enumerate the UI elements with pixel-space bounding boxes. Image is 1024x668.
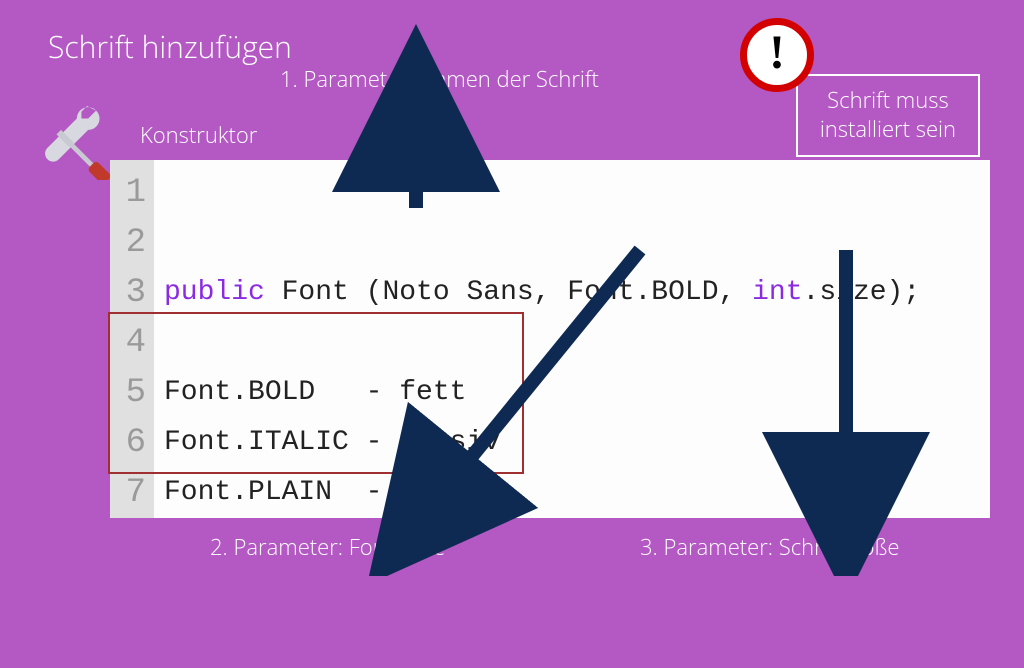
warning-line2: installiert sein	[820, 115, 956, 144]
code-line-4: Font.BOLD - fett	[164, 368, 990, 418]
code-lines: public Font (Noto Sans, Font.BOLD, int.s…	[154, 160, 990, 518]
kw-public: public	[164, 277, 265, 308]
line-gutter: 1 2 3 4 5 6 7	[110, 160, 154, 518]
code-seg: .size);	[803, 277, 921, 308]
line-num: 2	[110, 218, 146, 268]
code-line-2: public Font (Noto Sans, Font.BOLD, int.s…	[164, 268, 990, 318]
line-num: 5	[110, 368, 146, 418]
param1-label: 1. Parameter: Namen der Schrift	[280, 64, 599, 94]
warning-icon: !	[740, 18, 814, 92]
warning-callout: Schrift muss installiert sein	[796, 74, 980, 157]
line-num: 4	[110, 318, 146, 368]
warning-line1: Schrift muss	[820, 86, 956, 115]
page-title: Schrift hinzufügen	[48, 26, 292, 67]
line-num: 6	[110, 418, 146, 468]
exclaim-glyph: !	[769, 29, 785, 77]
code-line-1	[164, 218, 990, 268]
code-line-6: Font.PLAIN - normal	[164, 468, 990, 518]
code-line-5: Font.ITALIC - kursiv	[164, 418, 990, 468]
constructor-label: Konstruktor	[140, 120, 257, 150]
line-num: 7	[110, 468, 146, 518]
line-num: 1	[110, 168, 146, 218]
code-block: 1 2 3 4 5 6 7 public Font (Noto Sans, Fo…	[110, 160, 990, 518]
tools-icon	[38, 100, 118, 180]
code-line-3	[164, 318, 990, 368]
code-seg: Font (Noto Sans, Font.BOLD,	[265, 277, 752, 308]
code-line-7	[164, 518, 990, 568]
line-num: 3	[110, 268, 146, 318]
kw-int: int	[752, 277, 802, 308]
